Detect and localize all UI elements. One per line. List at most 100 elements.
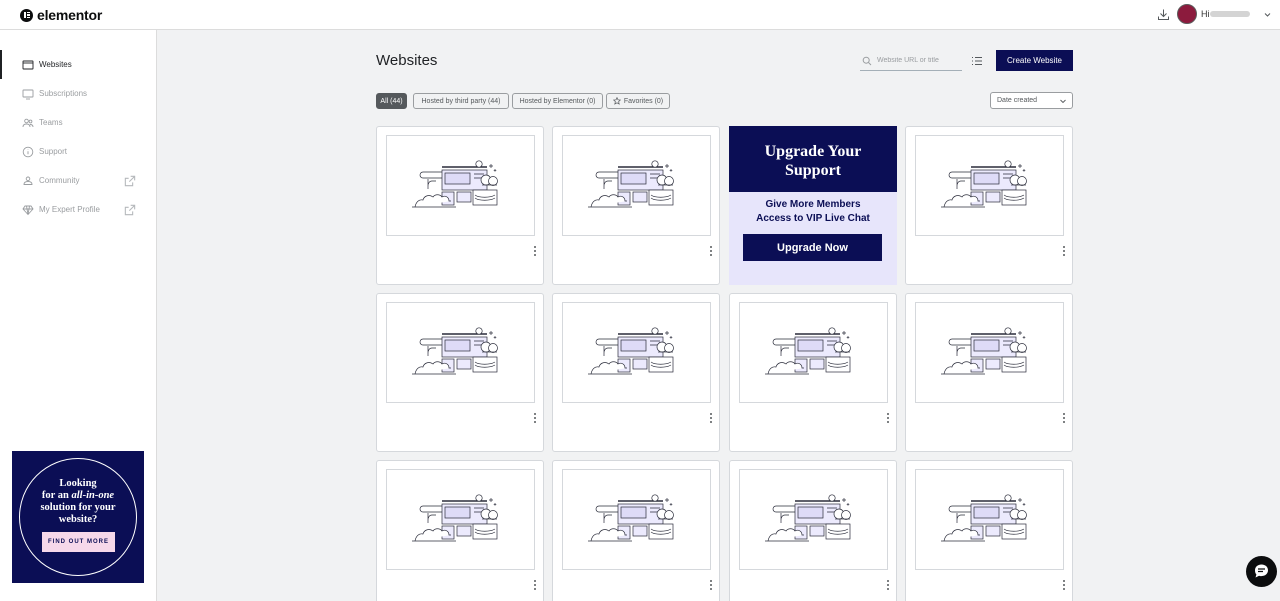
promo-line: for an all-in-one — [12, 490, 144, 502]
website-card[interactable] — [905, 460, 1073, 601]
website-card[interactable] — [376, 293, 544, 452]
more-options-icon[interactable] — [885, 579, 891, 591]
promo-line-text: for an — [41, 490, 72, 501]
chevron-down-icon[interactable] — [1263, 10, 1272, 19]
search-icon — [862, 56, 872, 65]
more-options-icon[interactable] — [1061, 412, 1067, 424]
website-card[interactable] — [376, 126, 544, 285]
website-card[interactable] — [729, 460, 897, 601]
filter-favorites[interactable]: Favorites (0) — [606, 93, 670, 109]
more-options-icon[interactable] — [1061, 579, 1067, 591]
search-box[interactable] — [860, 51, 962, 71]
website-thumbnail[interactable] — [915, 302, 1064, 403]
find-out-more-button[interactable]: FIND OUT MORE — [42, 532, 115, 552]
website-card[interactable] — [552, 126, 720, 285]
website-placeholder-illustration — [412, 160, 498, 208]
website-thumbnail[interactable] — [386, 469, 535, 570]
sidebar-item-support[interactable]: Support — [0, 137, 156, 166]
upgrade-support-card: Upgrade Your Support Give More Members A… — [729, 126, 897, 285]
promo-line: solution for your — [40, 502, 116, 513]
promo-line: website? — [58, 514, 98, 525]
upgrade-sub-line: Give More Members — [765, 199, 861, 210]
promo-banner[interactable]: Looking for an all-in-one solution for y… — [12, 451, 144, 583]
search-input[interactable] — [877, 57, 961, 64]
brand-name: elementor — [37, 7, 103, 23]
sidebar-item-label: My Expert Profile — [39, 205, 100, 214]
more-options-icon[interactable] — [532, 245, 538, 257]
more-options-icon[interactable] — [532, 579, 538, 591]
more-options-icon[interactable] — [532, 412, 538, 424]
website-placeholder-illustration — [412, 327, 498, 375]
sidebar-item-label: Subscriptions — [39, 89, 88, 98]
external-link-icon — [124, 175, 136, 186]
user-greeting: Hi — [1201, 9, 1210, 19]
sort-dropdown[interactable]: Date created — [990, 92, 1073, 109]
elementor-logo-icon — [20, 8, 33, 22]
website-card[interactable] — [905, 126, 1073, 285]
website-thumbnail[interactable] — [386, 135, 535, 236]
more-options-icon[interactable] — [885, 412, 891, 424]
list-view-icon[interactable] — [971, 56, 983, 66]
sidebar-item-expert-profile[interactable]: My Expert Profile — [0, 195, 156, 224]
sidebar-item-label: Support — [39, 147, 68, 156]
promo-line: Looking — [59, 478, 97, 489]
website-card[interactable] — [376, 460, 544, 601]
elementor-logo[interactable]: elementor — [20, 7, 102, 23]
chat-launcher-button[interactable] — [1246, 556, 1277, 587]
external-link-icon — [124, 204, 136, 215]
top-bar: elementor Hi — [0, 0, 1280, 30]
website-thumbnail[interactable] — [562, 302, 711, 403]
upgrade-now-button[interactable]: Upgrade Now — [743, 234, 882, 261]
website-placeholder-illustration — [412, 494, 498, 542]
sidebar-item-community[interactable]: Community — [0, 166, 156, 195]
website-placeholder-illustration — [941, 327, 1027, 375]
avatar[interactable] — [1177, 4, 1197, 24]
create-website-button[interactable]: Create Website — [996, 50, 1073, 71]
sidebar-item-websites[interactable]: Websites — [0, 50, 156, 79]
star-icon — [612, 97, 621, 105]
upgrade-title-line: Upgrade Your — [764, 143, 862, 160]
website-thumbnail[interactable] — [562, 469, 711, 570]
website-thumbnail[interactable] — [739, 469, 888, 570]
website-thumbnail[interactable] — [386, 302, 535, 403]
promo-emphasis: all-in-one — [71, 490, 115, 501]
website-placeholder-illustration — [765, 327, 851, 375]
filter-hosted-elementor[interactable]: Hosted by Elementor (0) — [512, 93, 603, 109]
upgrade-card-subtitle: Give More Members Access to VIP Live Cha… — [729, 198, 897, 226]
filter-hosted-third-party[interactable]: Hosted by third party (44) — [413, 93, 509, 109]
info-icon — [22, 146, 34, 157]
sidebar-item-label: Teams — [39, 118, 63, 127]
filter-favorites-label: Favorites (0) — [623, 97, 664, 105]
more-options-icon[interactable] — [1061, 245, 1067, 257]
chevron-down-icon — [1060, 99, 1066, 104]
upgrade-title-line: Support — [784, 162, 842, 179]
website-thumbnail[interactable] — [739, 302, 888, 403]
website-placeholder-illustration — [765, 494, 851, 542]
monitor-icon — [22, 89, 34, 99]
website-card[interactable] — [905, 293, 1073, 452]
website-card[interactable] — [552, 460, 720, 601]
website-thumbnail[interactable] — [562, 135, 711, 236]
upgrade-sub-line: Access to VIP Live Chat — [756, 213, 870, 224]
more-options-icon[interactable] — [708, 412, 714, 424]
website-placeholder-illustration — [588, 494, 674, 542]
more-options-icon[interactable] — [708, 245, 714, 257]
page-title: Websites — [376, 52, 438, 69]
promo-headline: Looking for an all-in-one solution for y… — [12, 478, 144, 526]
download-icon[interactable] — [1157, 8, 1170, 21]
more-options-icon[interactable] — [708, 579, 714, 591]
chat-bubble-icon — [1255, 564, 1268, 578]
diamond-icon — [22, 205, 34, 215]
website-card[interactable] — [552, 293, 720, 452]
website-placeholder-illustration — [941, 494, 1027, 542]
website-thumbnail[interactable] — [915, 135, 1064, 236]
sidebar-item-teams[interactable]: Teams — [0, 108, 156, 137]
sidebar-item-label: Community — [39, 176, 80, 185]
website-placeholder-illustration — [588, 160, 674, 208]
website-placeholder-illustration — [941, 160, 1027, 208]
filter-all[interactable]: All (44) — [376, 93, 407, 109]
sidebar-item-subscriptions[interactable]: Subscriptions — [0, 79, 156, 108]
website-card[interactable] — [729, 293, 897, 452]
website-thumbnail[interactable] — [915, 469, 1064, 570]
upgrade-card-title: Upgrade Your Support — [729, 142, 897, 180]
